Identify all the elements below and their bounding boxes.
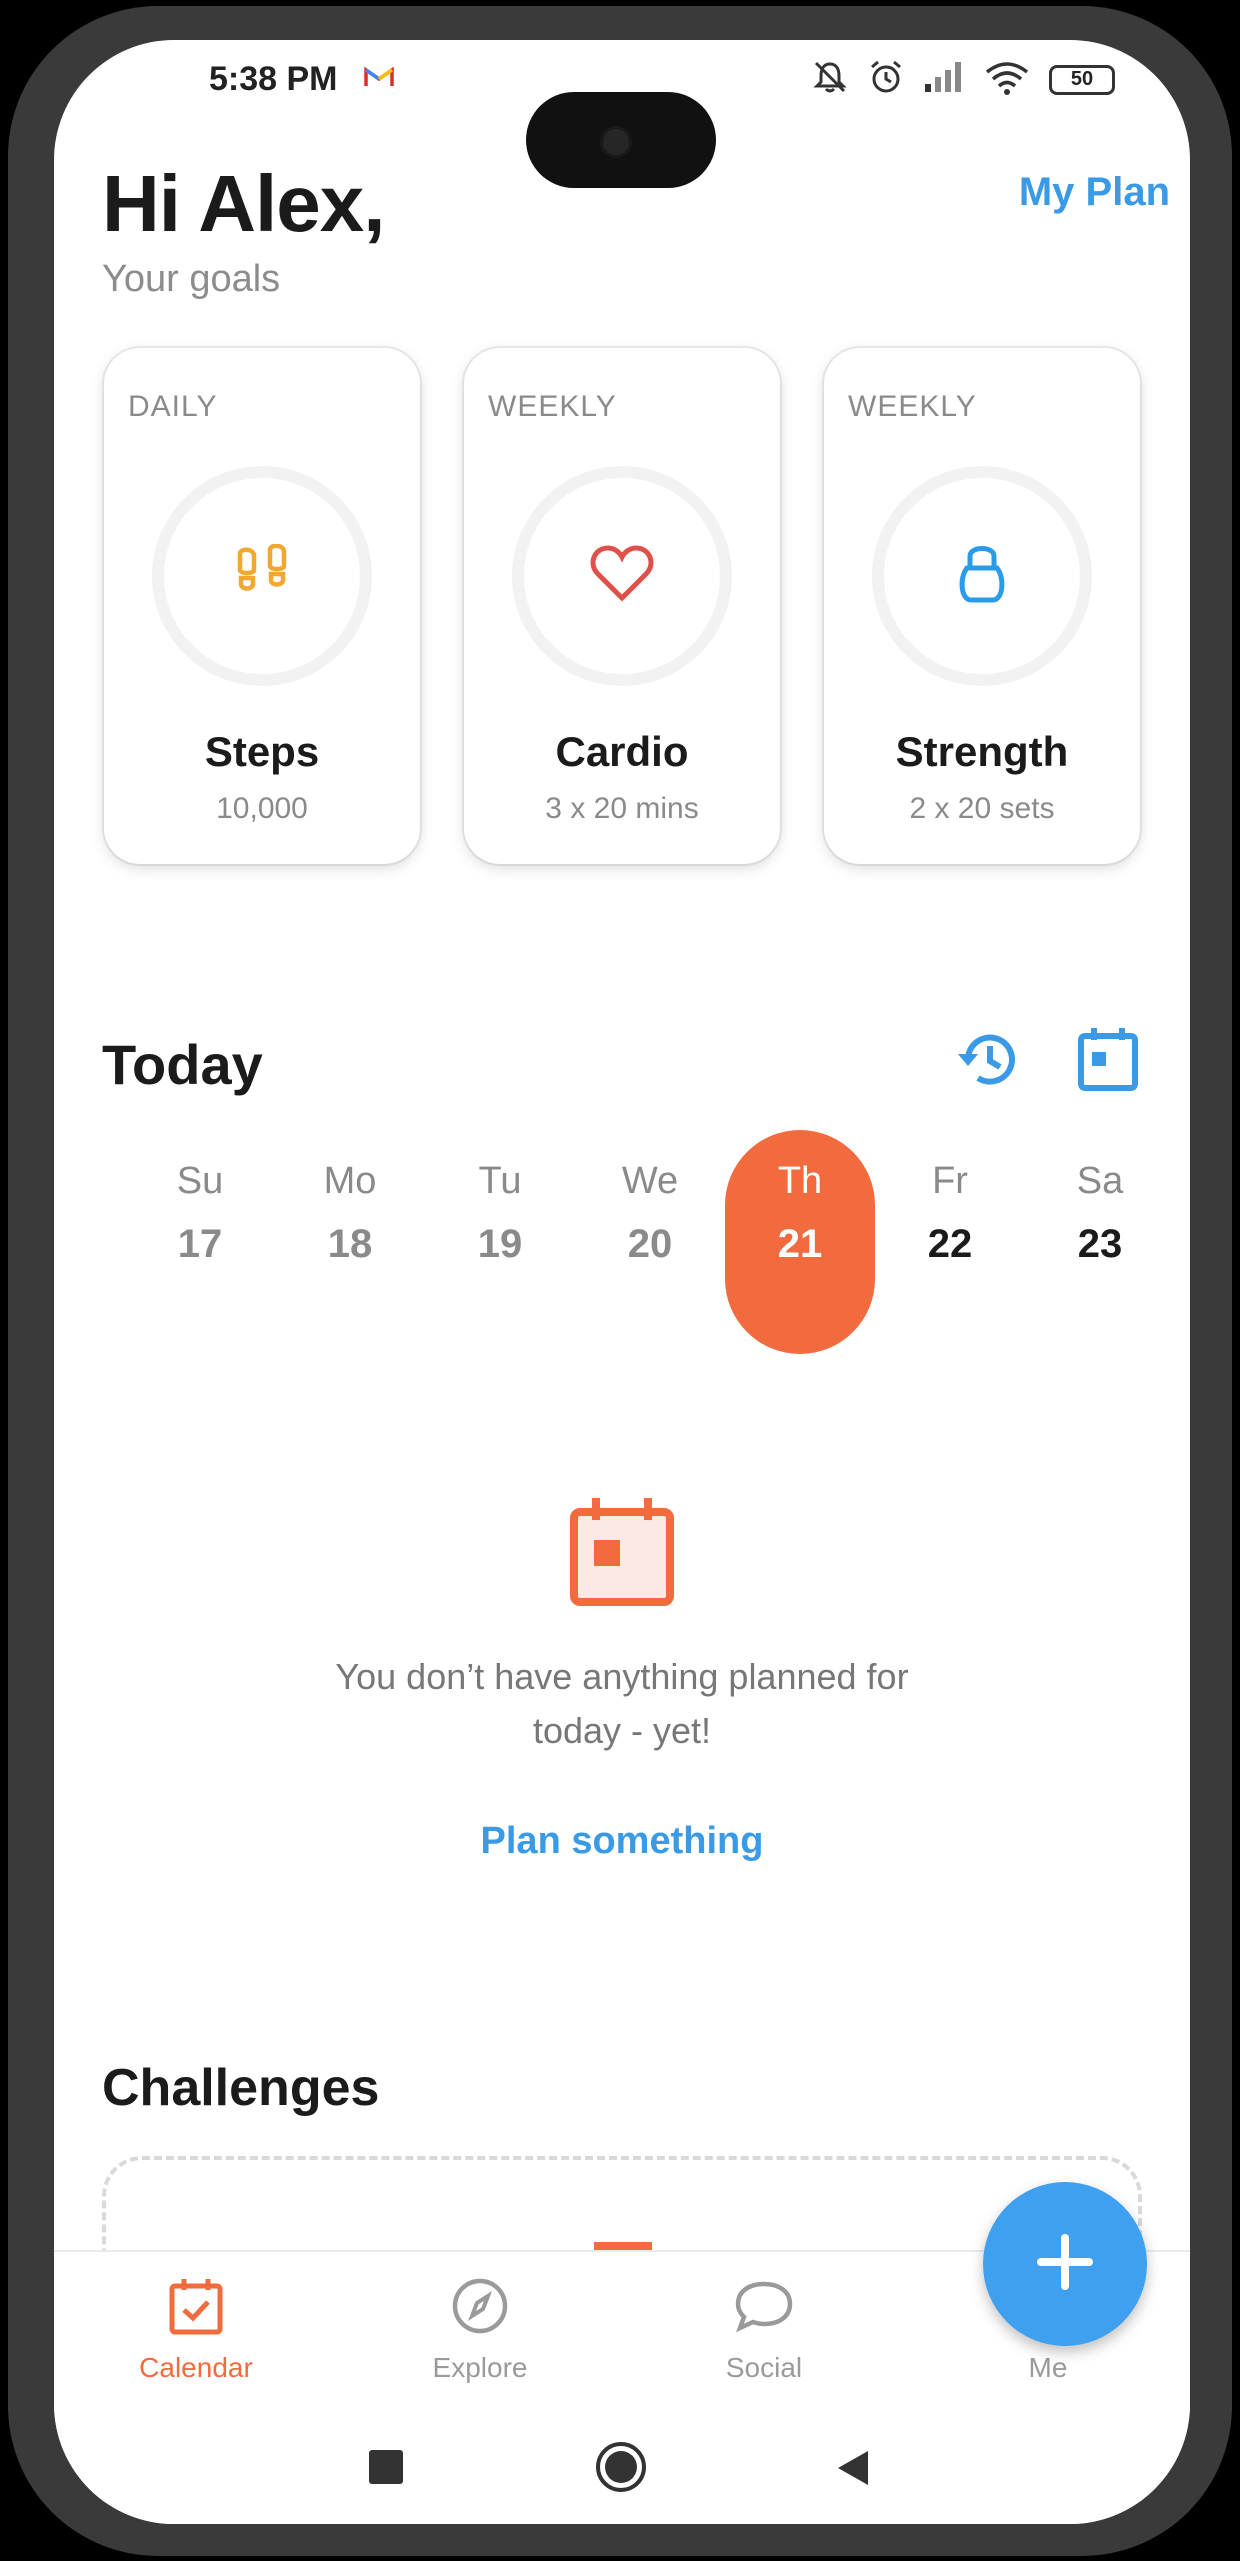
nav-label: Me <box>1028 2352 1068 2383</box>
day-name: Fr <box>932 1160 968 1202</box>
back-button[interactable] <box>834 2448 872 2493</box>
alarm-icon <box>867 58 905 101</box>
signal-icon <box>923 60 965 99</box>
day-number: 18 <box>327 1222 373 1266</box>
kettlebell-icon <box>957 542 1007 611</box>
nav-label: Explore <box>432 2352 528 2383</box>
day-fr[interactable]: Fr 22 <box>875 1130 1025 1354</box>
day-name: Su <box>176 1160 224 1202</box>
heart-icon <box>590 544 654 609</box>
challenges-title: Challenges <box>102 2059 380 2117</box>
calendar-icon[interactable] <box>1076 1024 1140 1099</box>
day-number: 23 <box>1077 1222 1123 1266</box>
status-icons: 50 <box>811 58 1115 101</box>
day-number: 21 <box>777 1222 823 1266</box>
goal-progress-ring <box>872 466 1092 686</box>
goal-period: WEEKLY <box>488 390 617 423</box>
status-time: 5:38 PM <box>209 60 338 98</box>
home-button[interactable] <box>594 2440 648 2494</box>
goal-name: Strength <box>895 728 1069 775</box>
greeting-title: Hi Alex, <box>102 159 385 248</box>
day-number: 22 <box>927 1222 973 1266</box>
chat-bubble-icon <box>734 2276 794 2336</box>
compass-icon <box>450 2276 510 2336</box>
empty-calendar-icon <box>566 1492 678 1613</box>
battery-level: 50 <box>1070 68 1094 90</box>
goal-target: 3 x 20 mins <box>545 792 699 825</box>
nav-label: Social <box>725 2352 803 2383</box>
goal-period: WEEKLY <box>848 390 977 423</box>
day-name: Th <box>777 1160 823 1202</box>
app-screen: 5:38 PM 50 Hi Alex, Your goals My Plan D… <box>54 40 1190 2524</box>
footprints-icon <box>232 543 292 609</box>
camera-lens <box>600 126 632 158</box>
day-name: Tu <box>478 1160 522 1202</box>
battery-icon: 50 <box>1049 64 1115 95</box>
history-icon[interactable] <box>954 1024 1024 1099</box>
calendar-icon <box>166 2276 226 2336</box>
nav-label: Calendar <box>139 2352 253 2383</box>
goals-subtitle: Your goals <box>102 258 281 300</box>
empty-state-message: You don’t have anything planned for toda… <box>254 1650 990 1758</box>
day-we[interactable]: We 20 <box>575 1130 725 1354</box>
goal-card-steps[interactable]: DAILY Steps 10,000 <box>104 348 420 864</box>
nav-social[interactable]: Social <box>622 2252 906 2404</box>
today-title: Today <box>102 1033 263 1096</box>
mute-icon <box>811 58 849 101</box>
goal-progress-ring <box>152 466 372 686</box>
day-name: We <box>621 1160 679 1202</box>
goal-progress-ring <box>512 466 732 686</box>
day-sa[interactable]: Sa 23 <box>1025 1130 1175 1354</box>
nav-explore[interactable]: Explore <box>338 2252 622 2404</box>
day-mo[interactable]: Mo 18 <box>275 1130 425 1354</box>
goal-target: 2 x 20 sets <box>909 792 1055 825</box>
recents-button[interactable] <box>369 2450 403 2484</box>
goal-name: Steps <box>204 728 320 775</box>
gmail-icon <box>364 66 394 93</box>
day-th[interactable]: Th 21 <box>725 1130 875 1354</box>
day-name: Sa <box>1076 1160 1124 1202</box>
goal-target: 10,000 <box>216 792 308 825</box>
goal-period: DAILY <box>128 390 218 423</box>
plus-icon <box>1033 2230 1097 2299</box>
goal-name: Cardio <box>555 728 689 775</box>
plan-something-link[interactable]: Plan something <box>254 1820 990 1863</box>
empty-state-line: You don’t have anything planned for <box>335 1656 909 1697</box>
day-number: 20 <box>627 1222 673 1266</box>
day-name: Mo <box>323 1160 377 1202</box>
empty-state-line: today - yet! <box>532 1710 712 1751</box>
day-number: 19 <box>477 1222 523 1266</box>
day-su[interactable]: Su 17 <box>125 1130 275 1354</box>
goal-card-strength[interactable]: WEEKLY Strength 2 x 20 sets <box>824 348 1140 864</box>
day-tu[interactable]: Tu 19 <box>425 1130 575 1354</box>
goal-card-cardio[interactable]: WEEKLY Cardio 3 x 20 mins <box>464 348 780 864</box>
add-button[interactable] <box>983 2182 1147 2346</box>
my-plan-link[interactable]: My Plan <box>1019 170 1170 215</box>
wifi-icon <box>983 58 1031 101</box>
nav-calendar[interactable]: Calendar <box>54 2252 338 2404</box>
day-number: 17 <box>177 1222 223 1266</box>
